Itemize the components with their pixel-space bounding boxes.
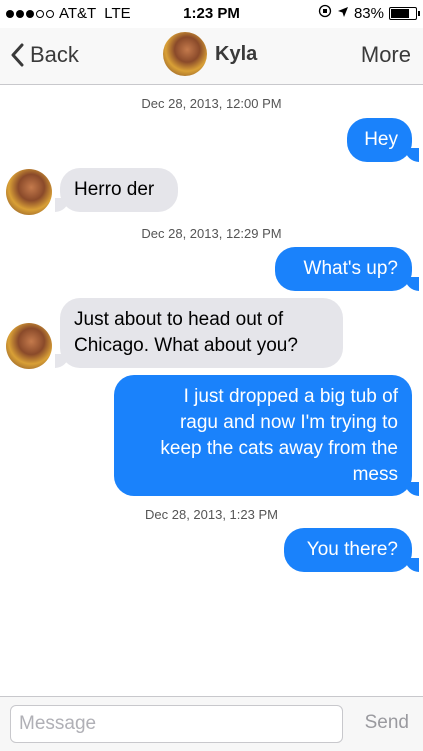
send-button[interactable]: Send	[365, 712, 409, 734]
bubble-tail	[405, 277, 419, 291]
signal-dot	[16, 9, 24, 18]
location-arrow-icon	[337, 5, 349, 22]
bubble-tail	[405, 558, 419, 572]
bubble-tail	[405, 482, 419, 496]
timestamp: Dec 28, 2013, 12:29 PM	[141, 226, 282, 241]
signal-dot	[6, 9, 14, 18]
bubble-tail	[405, 148, 419, 162]
back-button[interactable]: Back	[10, 42, 79, 68]
battery-fill	[391, 8, 409, 18]
battery-icon	[389, 6, 420, 20]
incoming-message[interactable]: Herro der	[60, 168, 178, 212]
message-line: I just dropped a big tub of	[183, 386, 398, 407]
message-line: mess	[352, 464, 398, 485]
battery-nub	[418, 10, 420, 16]
message-line: Just about to head out of	[74, 309, 284, 330]
timestamp: Dec 28, 2013, 12:00 PM	[141, 96, 282, 111]
chevron-left-icon	[11, 43, 24, 67]
nav-bar: Back Kyla More	[0, 28, 423, 85]
more-button[interactable]: More	[361, 42, 411, 68]
message-input[interactable]	[10, 705, 343, 743]
incoming-message[interactable]: Just about to head out of Chicago. What …	[60, 298, 343, 368]
status-right: 83%	[318, 4, 420, 22]
messages-screen: AT&T LTE 1:23 PM 83% Back Kyla More Dec …	[0, 0, 423, 751]
signal-dot	[36, 9, 44, 18]
contact-avatar[interactable]	[6, 169, 52, 215]
bubble-tail	[55, 198, 69, 212]
back-label: Back	[30, 42, 79, 67]
battery-percent: 83%	[353, 4, 384, 22]
timestamp: Dec 28, 2013, 1:23 PM	[145, 507, 278, 522]
message-line: keep the cats away from the	[160, 438, 398, 459]
signal-strength-icon	[6, 9, 54, 18]
outgoing-message[interactable]: You there?	[284, 528, 412, 572]
signal-dot	[26, 9, 34, 18]
message-line: Chicago. What about you?	[74, 335, 298, 356]
status-bar: AT&T LTE 1:23 PM 83%	[0, 0, 423, 28]
signal-dot	[46, 9, 54, 18]
contact-avatar[interactable]	[163, 32, 207, 76]
status-left: AT&T LTE	[6, 5, 131, 22]
outgoing-message[interactable]: I just dropped a big tub of ragu and now…	[114, 375, 412, 496]
contact-avatar[interactable]	[6, 323, 52, 369]
network-label: LTE	[104, 5, 131, 22]
contact-header[interactable]: Kyla	[163, 32, 257, 76]
rotation-lock-icon	[318, 4, 332, 22]
message-line: ragu and now I'm trying to	[179, 412, 398, 433]
contact-name: Kyla	[215, 42, 258, 65]
outgoing-message[interactable]: Hey	[347, 118, 412, 162]
composer-bar: Send	[0, 696, 423, 751]
outgoing-message[interactable]: What's up?	[275, 247, 412, 291]
bubble-tail	[55, 354, 69, 368]
carrier-label: AT&T	[59, 5, 97, 22]
